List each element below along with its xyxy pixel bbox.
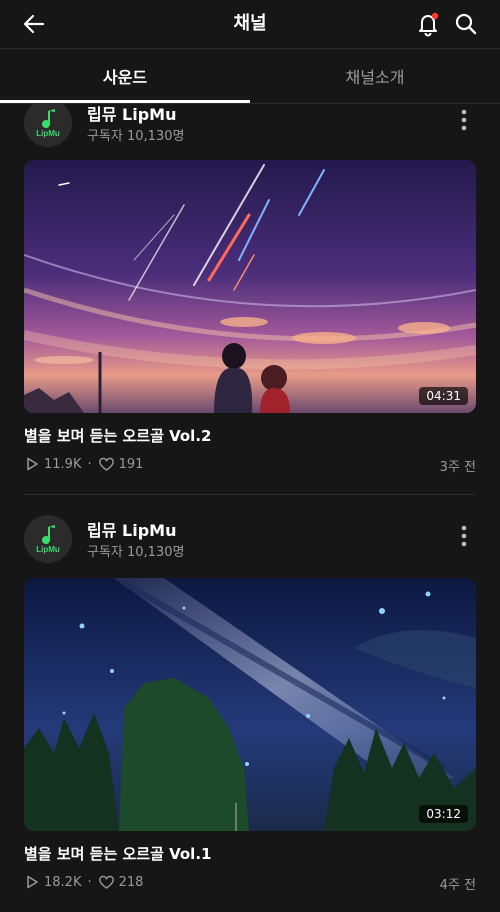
video-card: LipMu 립뮤 LipMu 구독자 10,130명 xyxy=(0,103,500,495)
play-count: 18.2K xyxy=(44,874,82,890)
svg-text:LipMu: LipMu xyxy=(36,545,60,554)
video-stats: 11.9K · 191 3주 전 xyxy=(24,453,476,475)
stat-separator: · xyxy=(87,456,92,472)
subscriber-count: 구독자 10,130명 xyxy=(87,545,185,560)
like-count: 191 xyxy=(118,456,144,472)
video-duration: 03:12 xyxy=(419,805,468,823)
top-app-bar: 채널 xyxy=(0,0,500,48)
channel-avatar[interactable]: LipMu xyxy=(24,103,72,147)
starry-forest-illustration xyxy=(24,578,476,831)
video-feed[interactable]: LipMu 립뮤 LipMu 구독자 10,130명 04:31 별을 보며 듣… xyxy=(0,103,500,912)
notifications-button[interactable] xyxy=(410,6,446,42)
svg-text:LipMu: LipMu xyxy=(36,129,60,138)
heart-icon xyxy=(98,457,114,471)
notification-dot xyxy=(431,12,439,20)
channel-header: LipMu 립뮤 LipMu 구독자 10,130명 xyxy=(24,103,476,149)
video-title[interactable]: 별을 보며 듣는 오르골 Vol.1 xyxy=(24,843,211,864)
upload-age: 4주 전 xyxy=(439,878,476,893)
more-options-button[interactable] xyxy=(452,521,476,551)
video-thumbnail[interactable]: 03:12 xyxy=(24,578,476,831)
more-vert-icon xyxy=(461,525,467,547)
subscriber-count: 구독자 10,130명 xyxy=(87,129,185,144)
video-thumbnail[interactable]: 04:31 xyxy=(24,160,476,413)
video-duration: 04:31 xyxy=(419,387,468,405)
like-count: 218 xyxy=(118,874,144,890)
stat-separator: · xyxy=(87,874,92,890)
video-card: LipMu 립뮤 LipMu 구독자 10,130명 xyxy=(0,495,500,912)
lipmu-logo-icon: LipMu xyxy=(36,525,60,554)
search-button[interactable] xyxy=(448,6,484,42)
channel-name[interactable]: 립뮤 LipMu xyxy=(87,103,176,125)
channel-name[interactable]: 립뮤 LipMu xyxy=(87,517,176,541)
channel-header: LipMu 립뮤 LipMu 구독자 10,130명 xyxy=(24,515,476,565)
channel-avatar[interactable]: LipMu xyxy=(24,515,72,563)
play-count: 11.9K xyxy=(44,456,82,472)
play-icon xyxy=(27,875,38,889)
tab-sound[interactable]: 사운드 xyxy=(0,49,250,103)
tab-channel-intro[interactable]: 채널소개 xyxy=(250,49,500,102)
video-stats: 18.2K · 218 4주 전 xyxy=(24,871,476,893)
tab-bar: 사운드 채널소개 xyxy=(0,48,500,104)
play-icon xyxy=(27,457,38,471)
lipmu-logo-icon: LipMu xyxy=(36,109,60,138)
upload-age: 3주 전 xyxy=(439,460,476,475)
more-options-button[interactable] xyxy=(452,105,476,135)
meteor-shower-illustration xyxy=(24,160,476,413)
more-vert-icon xyxy=(461,109,467,131)
video-title[interactable]: 별을 보며 듣는 오르골 Vol.2 xyxy=(24,425,211,446)
heart-icon xyxy=(98,875,114,889)
search-icon xyxy=(455,13,477,35)
bell-icon xyxy=(419,12,439,37)
